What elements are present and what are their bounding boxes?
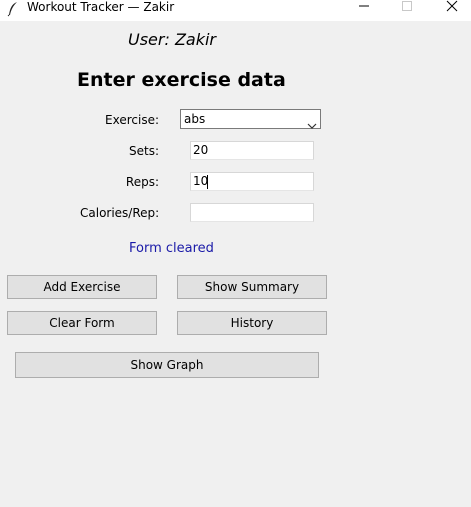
reps-label: Reps: (125, 175, 159, 189)
text-cursor (207, 175, 208, 189)
close-button[interactable] (432, 0, 471, 14)
minimize-button[interactable] (344, 0, 384, 14)
reps-value: 10 (193, 174, 209, 188)
window-title: Workout Tracker — Zakir (27, 0, 175, 14)
exercise-value: abs (184, 112, 206, 126)
exercise-combobox[interactable]: abs (180, 109, 321, 129)
status-message: Form cleared (129, 241, 214, 256)
add-exercise-button[interactable]: Add Exercise (7, 275, 157, 299)
calories-label: Calories/Rep: (80, 206, 160, 220)
calories-input[interactable] (190, 203, 314, 222)
user-label: User: Zakir (128, 30, 216, 49)
history-button[interactable]: History (177, 311, 327, 335)
reps-input[interactable]: 10 (190, 172, 314, 191)
show-graph-button[interactable]: Show Graph (15, 352, 319, 378)
title-bar: Workout Tracker — Zakir (0, 0, 471, 21)
sets-label: Sets: (129, 144, 159, 158)
exercise-label: Exercise: (105, 113, 159, 127)
feather-icon (6, 1, 20, 17)
sets-value: 20 (193, 143, 209, 157)
maximize-button[interactable] (387, 0, 427, 14)
sets-input[interactable]: 20 (190, 141, 314, 160)
chevron-down-icon[interactable] (307, 115, 317, 134)
page-heading: Enter exercise data (77, 69, 286, 91)
show-summary-button[interactable]: Show Summary (177, 275, 327, 299)
clear-form-button[interactable]: Clear Form (7, 311, 157, 335)
